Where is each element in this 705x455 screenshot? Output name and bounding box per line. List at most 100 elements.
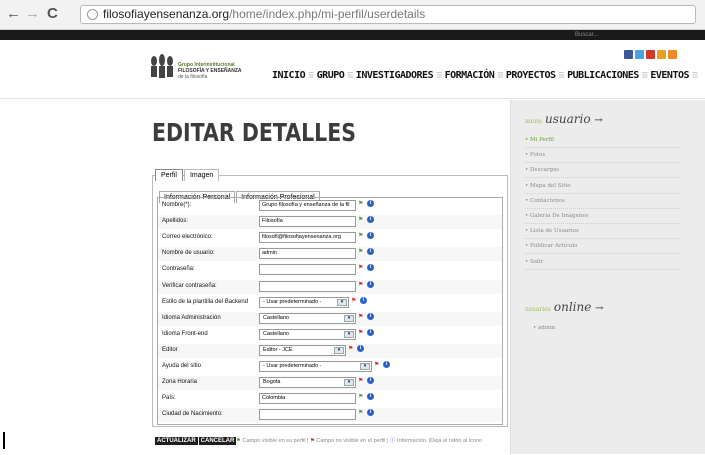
- sidebar-menu-item[interactable]: • Descargas: [525, 164, 680, 179]
- sidebar-menu-item[interactable]: • Publicar Artículo: [525, 240, 680, 255]
- info-icon[interactable]: i: [360, 296, 367, 304]
- visible-icon[interactable]: ⚑: [358, 233, 365, 239]
- info-icon[interactable]: i: [367, 232, 374, 240]
- sidebar-menu-label: Salir: [530, 258, 544, 265]
- text-field[interactable]: [259, 280, 356, 292]
- field-label: Apellidos:: [162, 218, 189, 225]
- select-field[interactable]: Castellano ▾: [259, 328, 356, 340]
- top-search-input[interactable]: Buscar...: [575, 30, 598, 40]
- chevron-down-icon[interactable]: ▾: [334, 346, 344, 354]
- select-field[interactable]: Editor - JCE ▾: [259, 344, 346, 356]
- nav-item-1[interactable]: GRUPO: [317, 70, 345, 81]
- back-icon[interactable]: ←: [6, 5, 21, 23]
- sidebar-menu-item[interactable]: • Contáctenos: [525, 195, 680, 209]
- form-row: Verificar contraseña: ⚑ i: [158, 279, 502, 294]
- chevron-down-icon[interactable]: ▾: [360, 363, 370, 370]
- info-icon[interactable]: i: [367, 216, 374, 224]
- address-bar[interactable]: filosofiayensenanza.org/home/index.php/m…: [80, 5, 696, 24]
- hidden-icon[interactable]: ⚑: [358, 378, 365, 384]
- select-field[interactable]: Castellano ▾: [259, 312, 356, 324]
- reload-icon[interactable]: C: [47, 5, 58, 23]
- hidden-icon[interactable]: ⚑: [374, 362, 381, 368]
- nav-item-2[interactable]: INVESTIGADORES: [356, 70, 434, 81]
- visible-icon[interactable]: ⚑: [358, 217, 365, 223]
- visible-icon[interactable]: ⚑: [358, 410, 365, 416]
- visible-icon[interactable]: ⚑: [358, 249, 365, 255]
- logo-text[interactable]: Grupo Interinstitucional FILOSOFÍA Y ENS…: [178, 62, 242, 80]
- nav-item-5[interactable]: PUBLICACIONES: [567, 70, 639, 81]
- text-field[interactable]: [259, 264, 356, 276]
- hidden-icon[interactable]: ⚑: [358, 314, 365, 320]
- online-user[interactable]: • admin: [533, 322, 688, 335]
- text-field[interactable]: Colombia: [259, 393, 356, 405]
- hidden-icon[interactable]: ⚑: [358, 282, 365, 288]
- select-value: Bogota: [263, 379, 281, 386]
- nav-item-4[interactable]: PROYECTOS: [506, 70, 556, 81]
- nav-item-0[interactable]: INICIO: [272, 70, 306, 81]
- info-icon[interactable]: i: [367, 280, 374, 288]
- twitter-icon[interactable]: [635, 50, 644, 59]
- chevron-down-icon[interactable]: ▾: [344, 314, 354, 322]
- legend-hidden-text: Campo no visible en el perfil |: [316, 438, 389, 444]
- url-text: filosofiayensenanza.org/home/index.php/m…: [103, 7, 426, 21]
- visible-icon[interactable]: ⚑: [358, 201, 365, 207]
- info-icon[interactable]: i: [357, 344, 364, 352]
- flickr-icon[interactable]: [657, 50, 666, 59]
- visible-icon[interactable]: ⚑: [358, 394, 365, 400]
- cancel-button[interactable]: CANCELAR: [198, 437, 237, 445]
- form-row: Apellidos: Filosofía ⚑ i: [158, 215, 502, 230]
- info-icon: ⓘ: [390, 438, 396, 444]
- save-button[interactable]: ACTUALIZAR: [155, 437, 198, 445]
- nav-separator: ≡: [347, 70, 353, 81]
- sidebar-menu-item[interactable]: • Galería De Imágenes: [525, 210, 680, 224]
- chevron-down-icon[interactable]: ▾: [344, 330, 354, 338]
- text-field[interactable]: admin: [259, 248, 356, 260]
- forward-icon[interactable]: →: [25, 5, 40, 23]
- tab-perfil[interactable]: Perfil: [155, 169, 183, 181]
- sidebar-menu-item[interactable]: • Fotos: [525, 149, 680, 164]
- sidebar: menu usuario → • Mi Perfil • Fotos • Descar…: [510, 100, 705, 454]
- text-field[interactable]: filosofi@filosofiayensenanza.org: [259, 232, 356, 244]
- select-field[interactable]: - Usar predeterminado - ▾: [259, 361, 372, 372]
- info-icon[interactable]: i: [367, 328, 374, 336]
- info-icon[interactable]: i: [367, 409, 374, 417]
- info-icon[interactable]: i: [367, 248, 374, 256]
- site-top-bar: Buscar...: [0, 30, 705, 40]
- hidden-icon[interactable]: ⚑: [348, 346, 355, 352]
- select-field[interactable]: Bogota ▾: [259, 377, 356, 389]
- tab-imagen[interactable]: Imagen: [183, 169, 220, 181]
- chevron-down-icon[interactable]: ▾: [337, 298, 347, 306]
- hidden-icon[interactable]: ⚑: [358, 265, 365, 271]
- info-icon[interactable]: i: [367, 264, 374, 272]
- text-field[interactable]: Filosofía: [259, 216, 356, 228]
- nav-item-6[interactable]: EVENTOS: [650, 70, 689, 81]
- select-value: - Usar predeterminado -: [263, 298, 322, 305]
- text-field[interactable]: Grupo filosofía y enseñanza de la fil: [259, 200, 356, 211]
- info-icon[interactable]: i: [367, 312, 374, 320]
- rss-icon[interactable]: [668, 50, 677, 59]
- info-icon[interactable]: i: [383, 361, 390, 368]
- form-row: Idioma Administración Castellano ▾ ⚑ i: [158, 311, 502, 326]
- nav-item-3[interactable]: FORMACIÓN: [445, 70, 495, 81]
- sidebar-menu-item[interactable]: • Mapa del Sitio: [525, 180, 680, 194]
- chevron-down-icon[interactable]: ▾: [344, 379, 354, 387]
- sidebar-menu-item[interactable]: • Salir: [525, 256, 680, 270]
- nav-separator: ≡: [558, 70, 565, 81]
- youtube-icon[interactable]: [646, 50, 655, 59]
- select-value: Editor - JCE: [263, 346, 293, 353]
- info-icon[interactable]: i: [367, 377, 374, 385]
- legend-visible-text: Campo visible en su perfil |: [242, 438, 309, 444]
- hidden-icon[interactable]: ⚑: [358, 330, 365, 336]
- sidebar-menu-label: Galería De Imágenes: [530, 213, 589, 219]
- text-field[interactable]: [259, 409, 356, 421]
- form-row: Correo electrónico: filosofi@filosofiayen…: [158, 231, 502, 245]
- info-icon[interactable]: i: [367, 393, 374, 401]
- select-field[interactable]: - Usar predeterminado - ▾: [259, 296, 349, 308]
- hidden-icon[interactable]: ⚑: [351, 298, 358, 304]
- info-icon[interactable]: i: [367, 200, 374, 207]
- facebook-icon[interactable]: [624, 50, 633, 59]
- field-label: Correo electrónico:: [162, 234, 213, 241]
- field-label: Nombre(*):: [162, 202, 192, 208]
- sidebar-menu-item[interactable]: • Mi Perfil: [525, 134, 680, 148]
- sidebar-menu-item[interactable]: • Lista de Usuarios: [525, 225, 680, 240]
